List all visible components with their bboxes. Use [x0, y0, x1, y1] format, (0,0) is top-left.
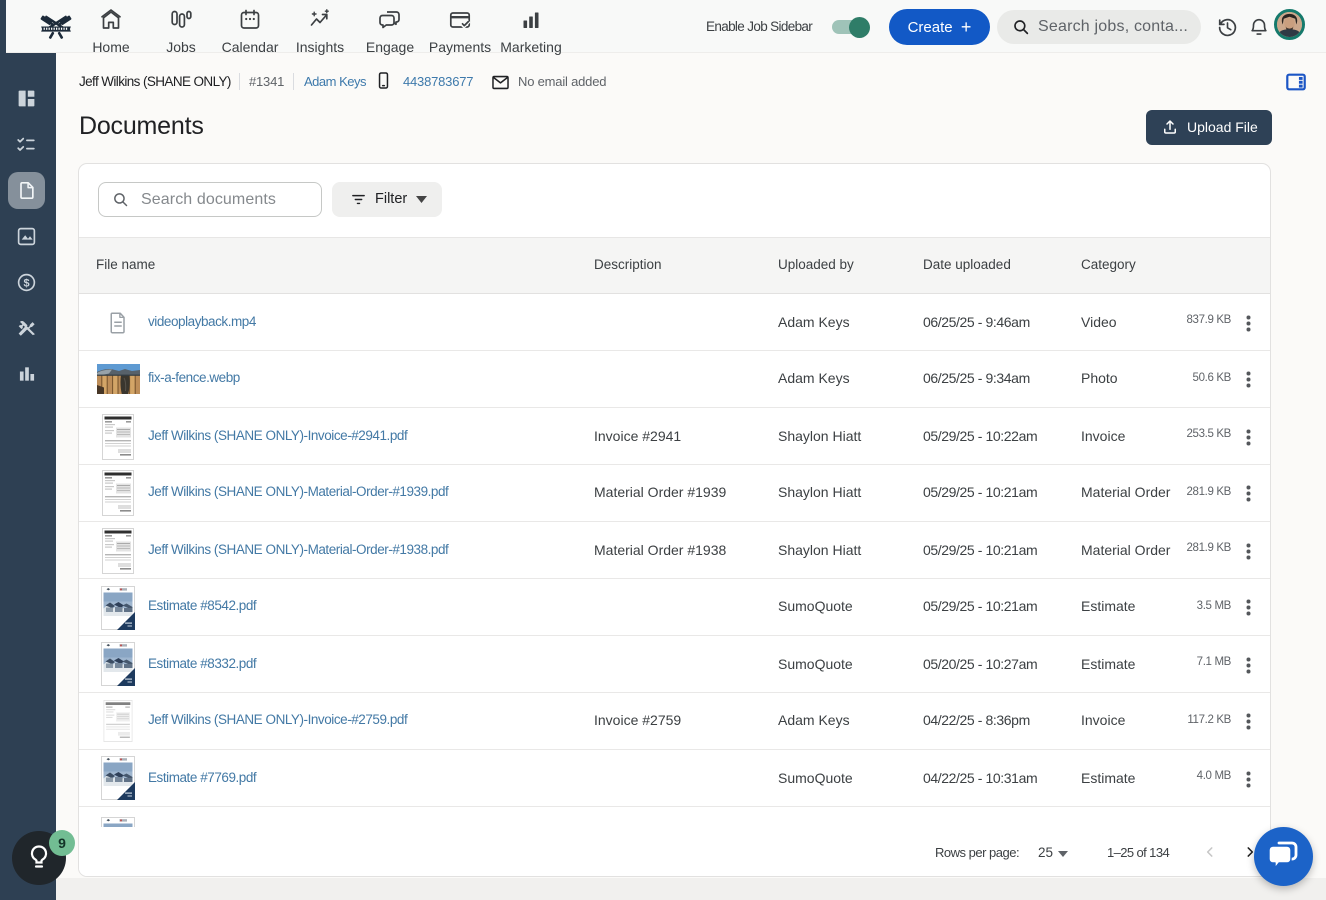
svg-text:$: $ [23, 277, 29, 289]
